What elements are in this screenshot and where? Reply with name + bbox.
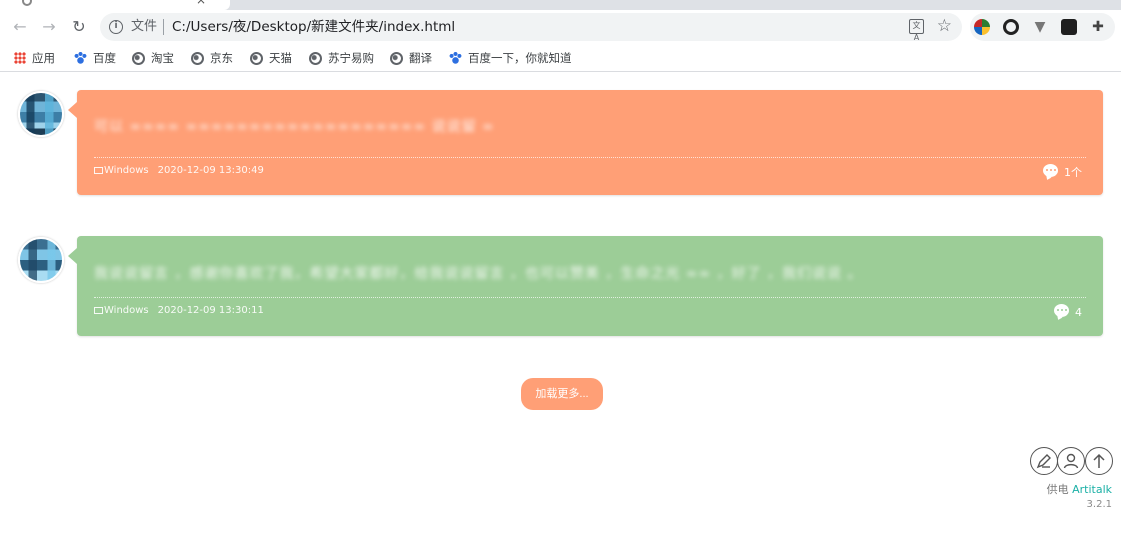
comment-ua: Windows xyxy=(104,165,149,176)
bookmark-jd[interactable]: 京东 xyxy=(191,50,233,66)
reply-button[interactable]: 4 xyxy=(1054,304,1082,320)
bookmark-label: 百度一下，你就知道 xyxy=(468,51,572,65)
write-post-icon[interactable] xyxy=(1030,447,1058,475)
extensions-area: ▼ ✚ xyxy=(970,13,1115,41)
device-icon xyxy=(94,307,103,314)
globe-icon xyxy=(132,51,145,65)
globe-icon xyxy=(390,51,403,65)
bookmark-translate[interactable]: 翻译 xyxy=(390,50,432,66)
tab-close-icon[interactable]: × xyxy=(196,0,206,6)
bookmark-label: 天猫 xyxy=(269,51,292,65)
comment-ua: Windows xyxy=(104,305,149,316)
browser-toolbar: ← → ↻ i 文件 C:/Users/夜/Desktop/新建文件夹/inde… xyxy=(0,10,1121,44)
bookmark-star-icon[interactable]: ☆ xyxy=(937,15,952,37)
translate-icon[interactable]: 文A xyxy=(909,19,924,42)
chat-bubble-icon xyxy=(1043,164,1058,177)
bookmark-label: 淘宝 xyxy=(151,51,174,65)
extension-vue-icon[interactable]: ▼ xyxy=(1032,19,1048,35)
comment-time: 2020-12-09 13:30:11 xyxy=(157,305,264,316)
bookmark-taobao[interactable]: 淘宝 xyxy=(132,50,174,66)
baidu-paw-icon xyxy=(449,51,462,65)
chat-bubble-icon xyxy=(1054,304,1069,317)
reply-count: 1个 xyxy=(1064,166,1082,179)
extension-ring-icon[interactable] xyxy=(1003,19,1019,35)
bookmark-label: 百度 xyxy=(93,51,116,65)
device-icon xyxy=(94,167,103,174)
globe-icon xyxy=(309,51,322,65)
comment-content: 可以 ∞∞∞∞ ∞∞∞∞∞∞∞∞∞∞∞∞∞∞∞∞∞∞∞ 说说留 ∞∞∞∞ xyxy=(94,119,494,135)
bookmark-baidu[interactable]: 百度 xyxy=(74,50,116,66)
avatar[interactable] xyxy=(18,237,64,283)
bookmark-baidu-search[interactable]: 百度一下，你就知道 xyxy=(449,50,572,66)
bookmark-label: 应用 xyxy=(32,51,55,65)
comment-bubble: 可以 ∞∞∞∞ ∞∞∞∞∞∞∞∞∞∞∞∞∞∞∞∞∞∞∞ 说说留 ∞∞∞∞ Win… xyxy=(68,90,1103,195)
avatar[interactable] xyxy=(18,91,64,137)
bookmarks-bar: 应用 百度 淘宝 京东 天猫 苏宁易购 翻译 百度一下，你就知道 xyxy=(0,44,1121,72)
baidu-paw-icon xyxy=(74,51,87,65)
address-url[interactable]: C:/Users/夜/Desktop/新建文件夹/index.html xyxy=(172,18,455,36)
comment-content: 我说说留言 ，感谢你喜欢了我，希望大家都好，给我说说留言 ，也可以赞美 ，生命之… xyxy=(94,266,854,282)
comment-time: 2020-12-09 13:30:49 xyxy=(157,165,264,176)
tab-strip: × xyxy=(0,0,1121,10)
address-separator xyxy=(163,19,164,35)
comment-meta: Windows 2020-12-09 13:30:49 xyxy=(94,164,264,178)
bookmark-label: 京东 xyxy=(210,51,233,65)
globe-icon xyxy=(191,51,204,65)
comment-bubble: 我说说留言 ，感谢你喜欢了我，希望大家都好，给我说说留言 ，也可以赞美 ，生命之… xyxy=(68,236,1103,336)
globe-icon xyxy=(250,51,263,65)
active-tab[interactable]: × xyxy=(0,0,230,10)
extensions-puzzle-icon[interactable]: ✚ xyxy=(1090,19,1106,35)
bookmark-label: 翻译 xyxy=(409,51,432,65)
comment-meta: Windows 2020-12-09 13:30:11 xyxy=(94,304,264,318)
comment-divider xyxy=(94,297,1086,298)
user-icon[interactable] xyxy=(1057,447,1085,475)
load-more-button[interactable]: 加载更多... xyxy=(521,378,603,410)
powered-prefix: 供电 xyxy=(1046,483,1069,496)
tab-favicon-icon xyxy=(22,0,32,6)
forward-arrow-icon[interactable]: → xyxy=(37,15,61,39)
back-to-top-icon[interactable] xyxy=(1085,447,1113,475)
version-label: 3.2.1 xyxy=(1086,499,1112,510)
reply-button[interactable]: 1个 xyxy=(1043,164,1082,180)
bookmark-tmall[interactable]: 天猫 xyxy=(250,50,292,66)
reply-count: 4 xyxy=(1075,306,1082,319)
apps-grid-icon xyxy=(14,52,26,64)
comment-divider xyxy=(94,157,1086,158)
back-arrow-icon[interactable]: ← xyxy=(8,15,32,39)
extension-globe-icon[interactable] xyxy=(974,19,990,35)
bookmark-suning[interactable]: 苏宁易购 xyxy=(309,50,374,66)
address-bar[interactable]: i 文件 C:/Users/夜/Desktop/新建文件夹/index.html… xyxy=(100,13,962,42)
info-icon[interactable]: i xyxy=(109,20,123,34)
bookmark-label: 苏宁易购 xyxy=(328,51,374,65)
powered-by: 供电 Artitalk xyxy=(1047,483,1112,497)
extension-dark-icon[interactable] xyxy=(1061,19,1077,35)
address-scheme-label: 文件 xyxy=(131,19,158,34)
reload-icon[interactable]: ↻ xyxy=(67,15,91,39)
bookmark-apps[interactable]: 应用 xyxy=(14,50,55,66)
artitalk-link[interactable]: Artitalk xyxy=(1072,483,1112,496)
